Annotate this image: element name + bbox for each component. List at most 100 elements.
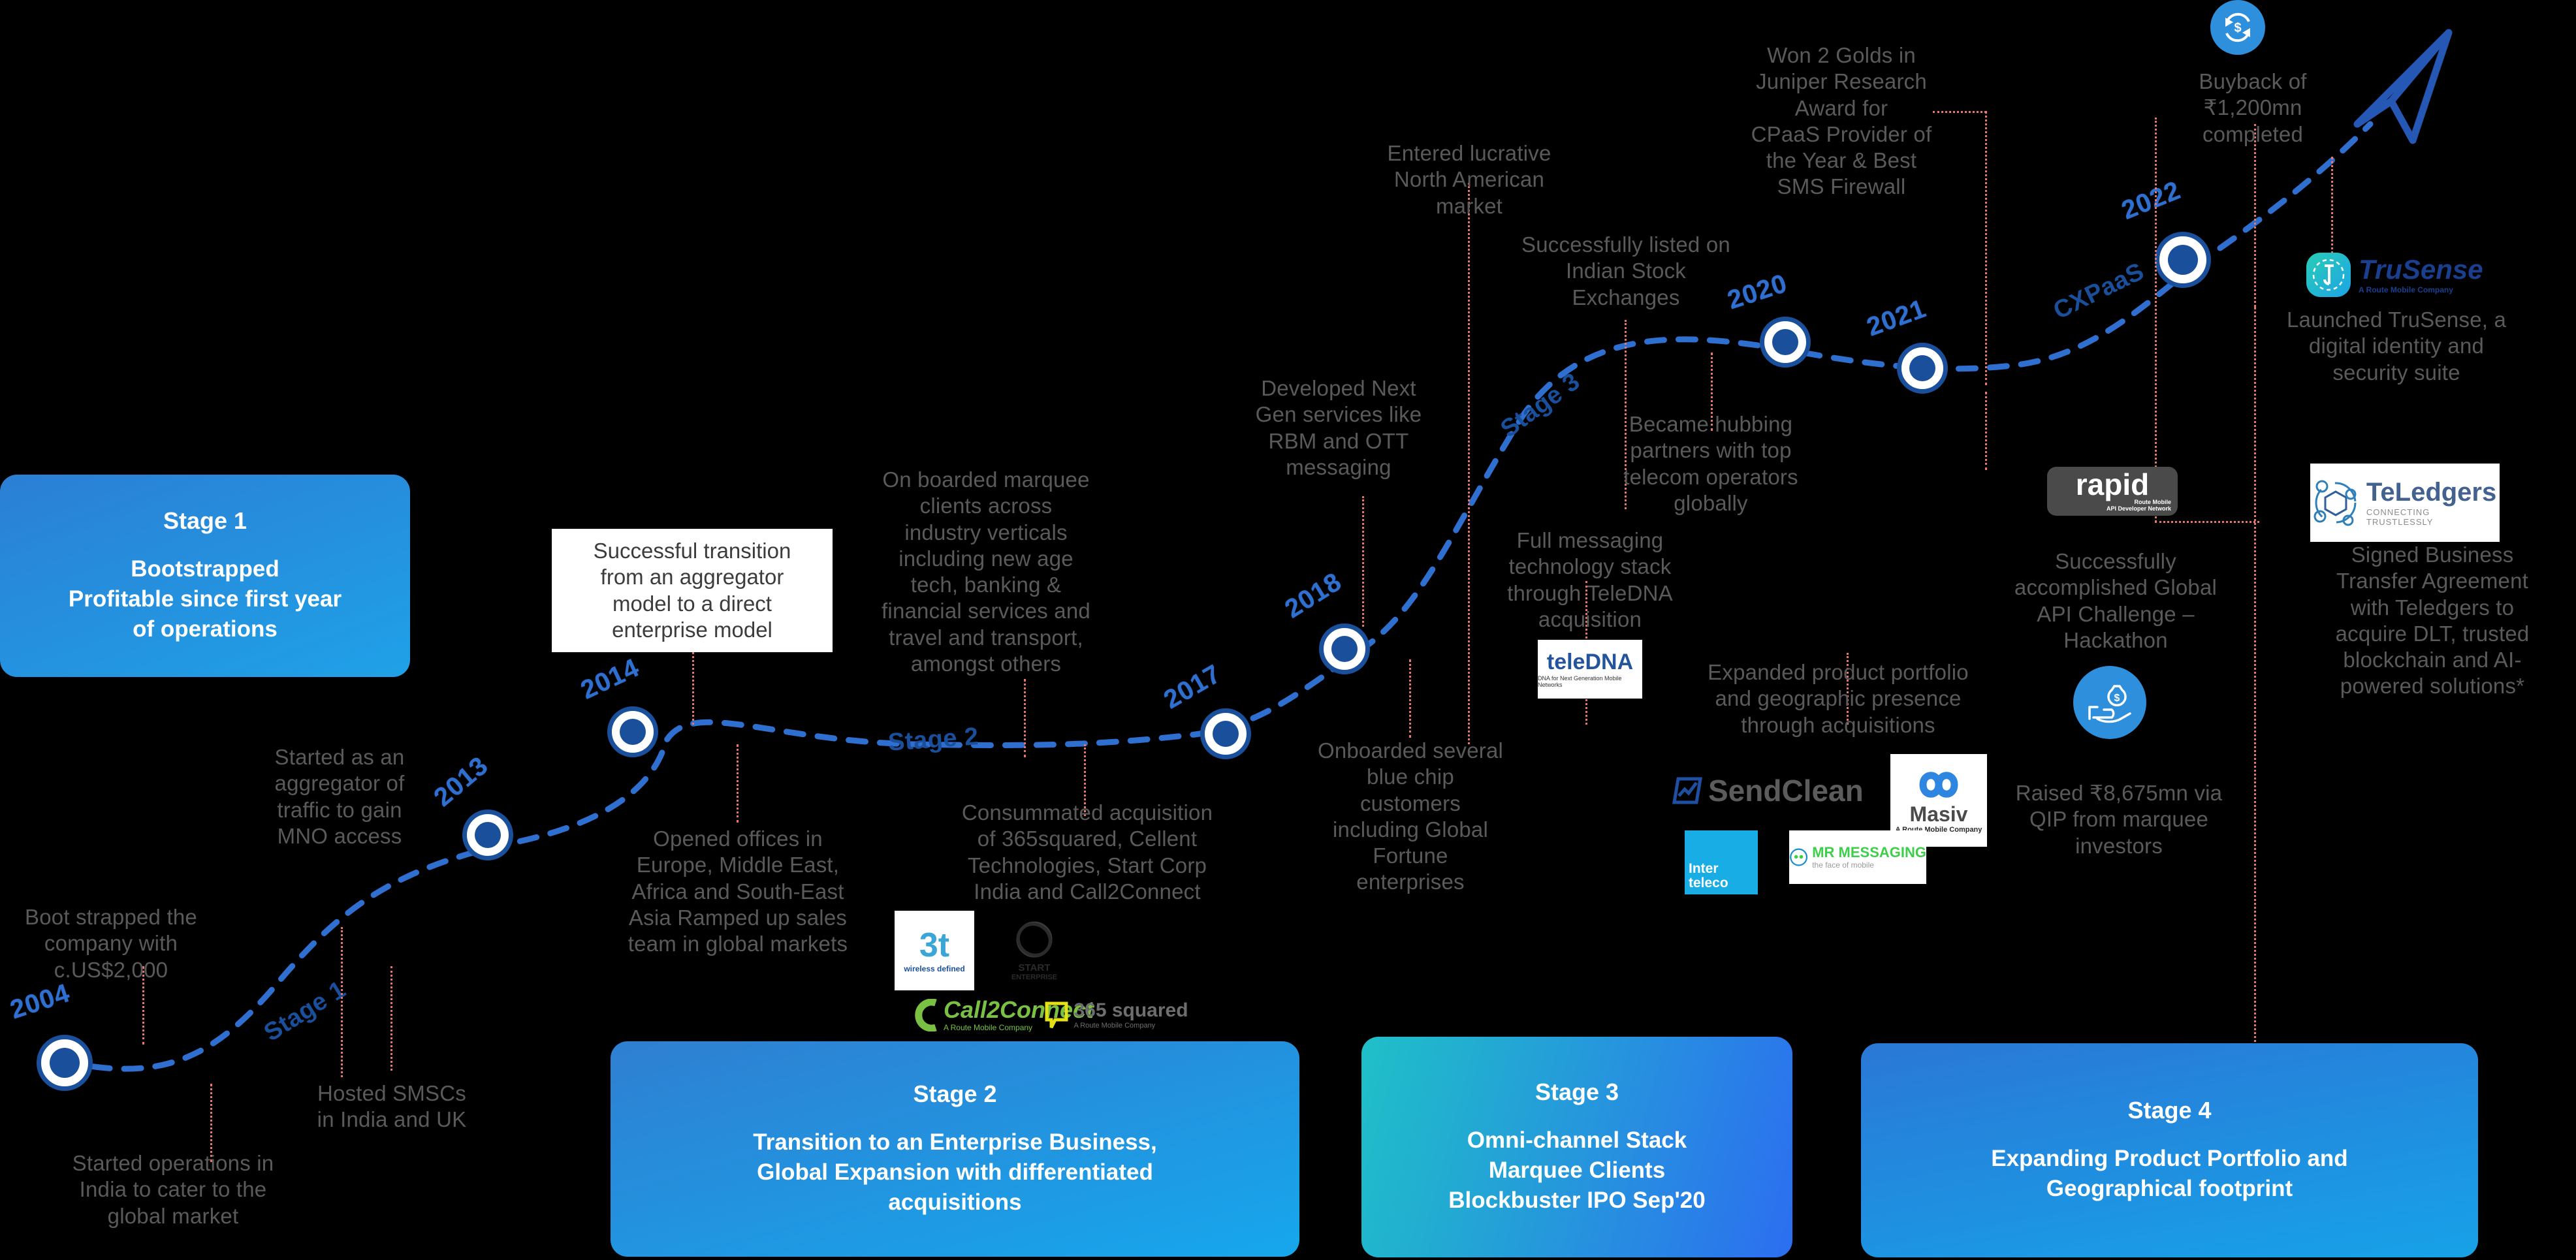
marker-2014[interactable] bbox=[607, 706, 658, 757]
logo-start-tagline: ENTERPRISE bbox=[1011, 973, 1058, 981]
banner-stage-2[interactable]: Stage 2 Transition to an Enterprise Busi… bbox=[611, 1041, 1299, 1257]
logo-mr-messaging-tagline: the face of mobile bbox=[1812, 860, 1874, 870]
logo-teledna-name: teleDNA bbox=[1546, 649, 1634, 674]
note-listed-exchanges: Successfully listed on Indian Stock Exch… bbox=[1521, 232, 1730, 309]
logo-mr-messaging-name: MR MESSAGING bbox=[1812, 843, 1926, 860]
logo-365squared-name: 365 squared bbox=[1073, 1000, 1188, 1021]
note-hosted-smscs: Hosted SMSCs in India and UK bbox=[317, 1081, 467, 1132]
logo-3t-name: 3t bbox=[919, 926, 950, 964]
leader-teledgers-v bbox=[2155, 118, 2157, 522]
note-consummated-acquisition: Consummated acquisition of 365squared, C… bbox=[961, 800, 1213, 904]
banner-stage-1-title: Stage 1 bbox=[163, 507, 247, 534]
mr-messaging-face-icon bbox=[1790, 848, 1808, 866]
year-label-2018: 2018 bbox=[1280, 567, 1347, 624]
logo-trusense: TruSense A Route Mobile Company bbox=[2305, 245, 2501, 305]
banner-stage-3[interactable]: Stage 3 Omni-channel Stack Marquee Clien… bbox=[1361, 1037, 1792, 1257]
logo-365squared-tagline: A Route Mobile Company bbox=[1073, 1022, 1156, 1030]
leader-onboarded-marquee bbox=[1024, 679, 1026, 757]
call2connect-c-icon bbox=[915, 999, 937, 1032]
logo-rapid: rapid Route Mobile API Developer Network bbox=[2047, 467, 2178, 516]
note-global-api-challenge: Successfully accomplished Global API Cha… bbox=[2014, 549, 2218, 652]
marker-2013[interactable] bbox=[462, 810, 513, 860]
svg-text:$: $ bbox=[2114, 693, 2120, 704]
note-full-stack-teledna: Full messaging technology stack through … bbox=[1507, 528, 1673, 631]
logo-3t-wireless: 3t wireless defined bbox=[895, 911, 974, 990]
leader-buyback bbox=[2254, 124, 2256, 307]
banner-stage-3-subtitle: Omni-channel Stack Marquee Clients Block… bbox=[1448, 1127, 1706, 1214]
year-label-2013: 2013 bbox=[428, 751, 494, 812]
year-label-2021: 2021 bbox=[1863, 294, 1930, 342]
logo-masiv-name: Masiv bbox=[1909, 802, 1968, 826]
logo-sendclean: SendClean bbox=[1672, 770, 1887, 811]
callout-successful-transition: Successful transition from an aggregator… bbox=[552, 529, 833, 652]
leader-bluechip bbox=[1409, 659, 1411, 738]
year-label-2014: 2014 bbox=[576, 653, 644, 705]
timeline-canvas: 2004 2013 2014 2017 2018 2020 2021 2022 … bbox=[0, 0, 2576, 1260]
banner-stage-4-subtitle: Expanding Product Portfolio and Geograph… bbox=[1991, 1145, 2348, 1201]
banner-stage-4-title: Stage 4 bbox=[2127, 1096, 2212, 1124]
logo-interteleco: Inter teleco bbox=[1685, 830, 1758, 894]
logo-teledna-tagline: DNA for Next Generation Mobile Networks bbox=[1538, 674, 1622, 688]
trusense-fingerprint-icon bbox=[2306, 253, 2351, 297]
logo-trusense-tagline: A Route Mobile Company bbox=[2359, 285, 2453, 294]
paper-plane-arrow-icon bbox=[2353, 29, 2453, 144]
note-entered-na-market: Entered lucrative North American market bbox=[1387, 141, 1551, 218]
buyback-money-icon: $ bbox=[2210, 0, 2265, 55]
logo-teledgers-tagline: CONNECTING TRUSTLESSLY bbox=[2366, 507, 2434, 527]
note-opened-offices: Opened offices in Europe, Middle East, A… bbox=[628, 827, 848, 956]
banner-stage-3-title: Stage 3 bbox=[1534, 1078, 1619, 1105]
logo-trusense-name: TruSense bbox=[2359, 253, 2483, 285]
logo-start-name: START bbox=[1018, 962, 1051, 973]
masiv-infinity-icon bbox=[1919, 772, 1958, 798]
logo-365squared: 365 squared A Route Mobile Company bbox=[1019, 992, 1215, 1038]
leader-hosted-smscs bbox=[390, 966, 392, 1071]
note-bootstrapped: Boot strapped the company with c.US$2,00… bbox=[25, 905, 197, 982]
note-expanded-portfolio: Expanded product portfolio and geographi… bbox=[1708, 660, 1969, 737]
note-aggregator: Started as an aggregator of traffic to g… bbox=[274, 745, 405, 848]
note-teledgers: Signed Business Transfer Agreement with … bbox=[2335, 543, 2530, 699]
path-label-stage-2: Stage 2 bbox=[887, 723, 979, 757]
note-qip-raise: Raised ₹8,675mn via QIP from marquee inv… bbox=[2015, 781, 2223, 858]
banner-stage-4[interactable]: Stage 4 Expanding Product Portfolio and … bbox=[1861, 1043, 2478, 1257]
marker-2020[interactable] bbox=[1760, 317, 1811, 368]
marker-2022[interactable] bbox=[2155, 232, 2211, 288]
marker-2017[interactable] bbox=[1200, 708, 1251, 759]
leader-aggregator bbox=[341, 927, 343, 1077]
path-label-stage-1: Stage 1 bbox=[259, 975, 351, 1047]
note-hubbing-partners: Became hubbing partners with top telecom… bbox=[1623, 412, 1798, 515]
year-label-2004: 2004 bbox=[7, 978, 74, 1025]
banner-stage-2-title: Stage 2 bbox=[913, 1080, 997, 1107]
note-onboarded-bluechip: Onboarded several blue chip customers in… bbox=[1317, 738, 1504, 894]
marker-2004[interactable] bbox=[37, 1035, 93, 1091]
banner-stage-1[interactable]: Stage 1 Bootstrapped Profitable since fi… bbox=[0, 475, 410, 677]
svg-text:$: $ bbox=[2234, 21, 2241, 35]
sendclean-chart-icon bbox=[1672, 777, 1702, 804]
leader-rapid bbox=[1985, 392, 1987, 470]
leader-nextgen bbox=[1362, 496, 1364, 627]
logo-rapid-name: rapid bbox=[2075, 467, 2150, 501]
logo-rapid-tagline: Route Mobile API Developer Network bbox=[2106, 499, 2171, 512]
marker-2018[interactable] bbox=[1319, 623, 1370, 674]
logo-interteleco-name: Inter teleco bbox=[1689, 860, 1728, 890]
note-won-golds: Won 2 Golds in Juniper Research Award fo… bbox=[1751, 43, 1932, 199]
logo-teledgers: TeLedgers CONNECTING TRUSTLESSLY bbox=[2310, 464, 2500, 542]
leader-entered-na bbox=[1468, 183, 1470, 744]
note-buyback: Buyback of ₹1,200mn completed bbox=[2199, 69, 2307, 146]
logo-teledgers-name: TeLedgers bbox=[2366, 477, 2497, 507]
leader-golds-v bbox=[1985, 111, 1987, 385]
banner-stage-2-subtitle: Transition to an Enterprise Business, Gl… bbox=[753, 1129, 1157, 1216]
365squared-bubble-icon bbox=[1045, 1001, 1068, 1029]
marker-2021[interactable] bbox=[1897, 343, 1948, 394]
note-developed-nextgen: Developed Next Gen services like RBM and… bbox=[1255, 376, 1422, 479]
note-started-ops-india: Started operations in India to cater to … bbox=[72, 1151, 274, 1228]
year-label-2022: 2022 bbox=[2117, 176, 2185, 225]
leader-opened-offices bbox=[737, 744, 739, 823]
year-label-2017: 2017 bbox=[1158, 659, 1226, 715]
logo-sendclean-name: SendClean bbox=[1708, 774, 1864, 808]
note-trusense: Launched TruSense, a digital identity an… bbox=[2286, 307, 2507, 385]
note-onboarded-marquee: On boarded marquee clients across indust… bbox=[882, 467, 1090, 676]
logo-start-enterprise: START ENTERPRISE bbox=[993, 911, 1076, 990]
path-label-cxpaas: CXPaaS bbox=[2049, 257, 2149, 325]
teledgers-cube-network-icon bbox=[2314, 480, 2357, 526]
hand-money-bag-icon: $ bbox=[2073, 666, 2146, 739]
